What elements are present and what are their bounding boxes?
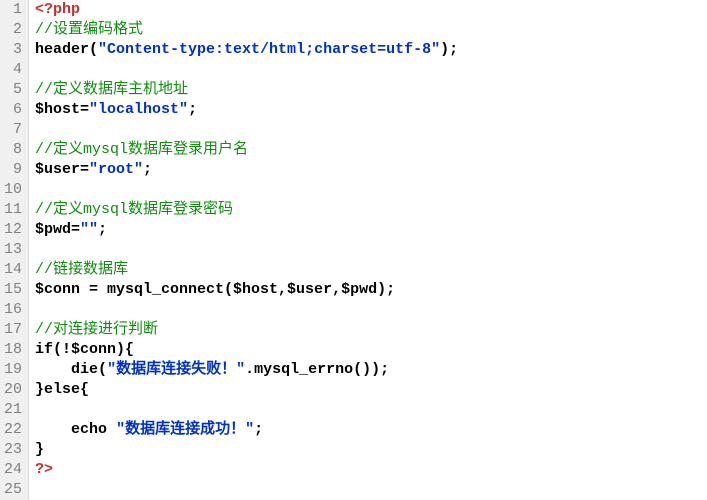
line-number: 14 xyxy=(4,260,22,280)
code-token xyxy=(35,421,71,438)
code-token: "Content-type:text/html;charset=utf-8" xyxy=(98,41,440,58)
code-token: //定义mysql数据库登录密码 xyxy=(35,201,233,218)
code-line xyxy=(35,400,707,420)
code-token: ?> xyxy=(35,461,53,478)
code-token: .mysql_errno()); xyxy=(245,361,389,378)
code-line: //对连接进行判断 xyxy=(35,320,707,340)
code-line xyxy=(35,180,707,200)
code-token: "root" xyxy=(89,161,143,178)
code-line: } xyxy=(35,440,707,460)
code-token: $pwd= xyxy=(35,221,80,238)
code-token: "数据库连接成功！" xyxy=(116,421,254,438)
code-token: //对连接进行判断 xyxy=(35,321,158,338)
code-token: die xyxy=(71,361,98,378)
code-line: //定义数据库主机地址 xyxy=(35,80,707,100)
code-token: } xyxy=(35,441,44,458)
code-token: "" xyxy=(80,221,98,238)
code-area[interactable]: <?php //设置编码格式 header("Content-type:text/h… xyxy=(29,0,707,500)
code-line: //定义mysql数据库登录用户名 xyxy=(35,140,707,160)
code-line: if(!$conn){ xyxy=(35,340,707,360)
line-number: 10 xyxy=(4,180,22,200)
code-line xyxy=(35,300,707,320)
line-number: 11 xyxy=(4,200,22,220)
code-token: { xyxy=(80,381,89,398)
code-line: $pwd=""; xyxy=(35,220,707,240)
code-token xyxy=(107,421,116,438)
code-token: ; xyxy=(98,221,107,238)
code-line xyxy=(35,120,707,140)
code-token: ( xyxy=(98,361,107,378)
line-number: 20 xyxy=(4,380,22,400)
line-number: 2 xyxy=(4,20,22,40)
code-line: $host="localhost"; xyxy=(35,100,707,120)
code-token: //定义mysql数据库登录用户名 xyxy=(35,141,248,158)
code-token: "数据库连接失败！" xyxy=(107,361,245,378)
code-line xyxy=(35,60,707,80)
code-token: "localhost" xyxy=(89,101,188,118)
line-number: 24 xyxy=(4,460,22,480)
code-token: $host= xyxy=(35,101,89,118)
code-token: ; xyxy=(254,421,263,438)
code-line: die("数据库连接失败！".mysql_errno()); xyxy=(35,360,707,380)
code-line: }else{ xyxy=(35,380,707,400)
code-line: header("Content-type:text/html;charset=u… xyxy=(35,40,707,60)
line-number: 16 xyxy=(4,300,22,320)
line-number: 4 xyxy=(4,60,22,80)
code-token: } xyxy=(35,381,44,398)
code-token: $user= xyxy=(35,161,89,178)
code-token: (!$conn){ xyxy=(53,341,134,358)
code-token: echo xyxy=(71,421,107,438)
line-number: 6 xyxy=(4,100,22,120)
line-number: 25 xyxy=(4,480,22,500)
line-number: 3 xyxy=(4,40,22,60)
code-token: if xyxy=(35,341,53,358)
line-number: 15 xyxy=(4,280,22,300)
line-number: 21 xyxy=(4,400,22,420)
line-number: 23 xyxy=(4,440,22,460)
code-line: echo "数据库连接成功！"; xyxy=(35,420,707,440)
code-token: $conn = mysql_connect($host,$user,$pwd); xyxy=(35,281,395,298)
line-number: 18 xyxy=(4,340,22,360)
code-token: ; xyxy=(143,161,152,178)
line-number: 13 xyxy=(4,240,22,260)
line-number: 22 xyxy=(4,420,22,440)
code-token: //设置编码格式 xyxy=(35,21,143,38)
code-line: //链接数据库 xyxy=(35,260,707,280)
code-line: $user="root"; xyxy=(35,160,707,180)
line-number: 1 xyxy=(4,0,22,20)
code-token: ; xyxy=(188,101,197,118)
code-line: //定义mysql数据库登录密码 xyxy=(35,200,707,220)
line-number: 7 xyxy=(4,120,22,140)
line-number: 17 xyxy=(4,320,22,340)
code-token xyxy=(35,361,71,378)
line-number: 19 xyxy=(4,360,22,380)
line-number: 12 xyxy=(4,220,22,240)
line-number: 9 xyxy=(4,160,22,180)
code-line: $conn = mysql_connect($host,$user,$pwd); xyxy=(35,280,707,300)
code-token: header( xyxy=(35,41,98,58)
code-token: else xyxy=(44,381,80,398)
code-line: //设置编码格式 xyxy=(35,20,707,40)
code-line: <?php xyxy=(35,0,707,20)
code-line xyxy=(35,240,707,260)
code-token: //定义数据库主机地址 xyxy=(35,81,188,98)
code-line xyxy=(35,480,707,500)
code-line: ?> xyxy=(35,460,707,480)
line-number: 5 xyxy=(4,80,22,100)
line-number: 8 xyxy=(4,140,22,160)
code-token: <?php xyxy=(35,1,80,18)
code-token: ); xyxy=(440,41,458,58)
code-token: //链接数据库 xyxy=(35,261,128,278)
line-number-gutter: 1234567891011121314151617181920212223242… xyxy=(0,0,29,500)
